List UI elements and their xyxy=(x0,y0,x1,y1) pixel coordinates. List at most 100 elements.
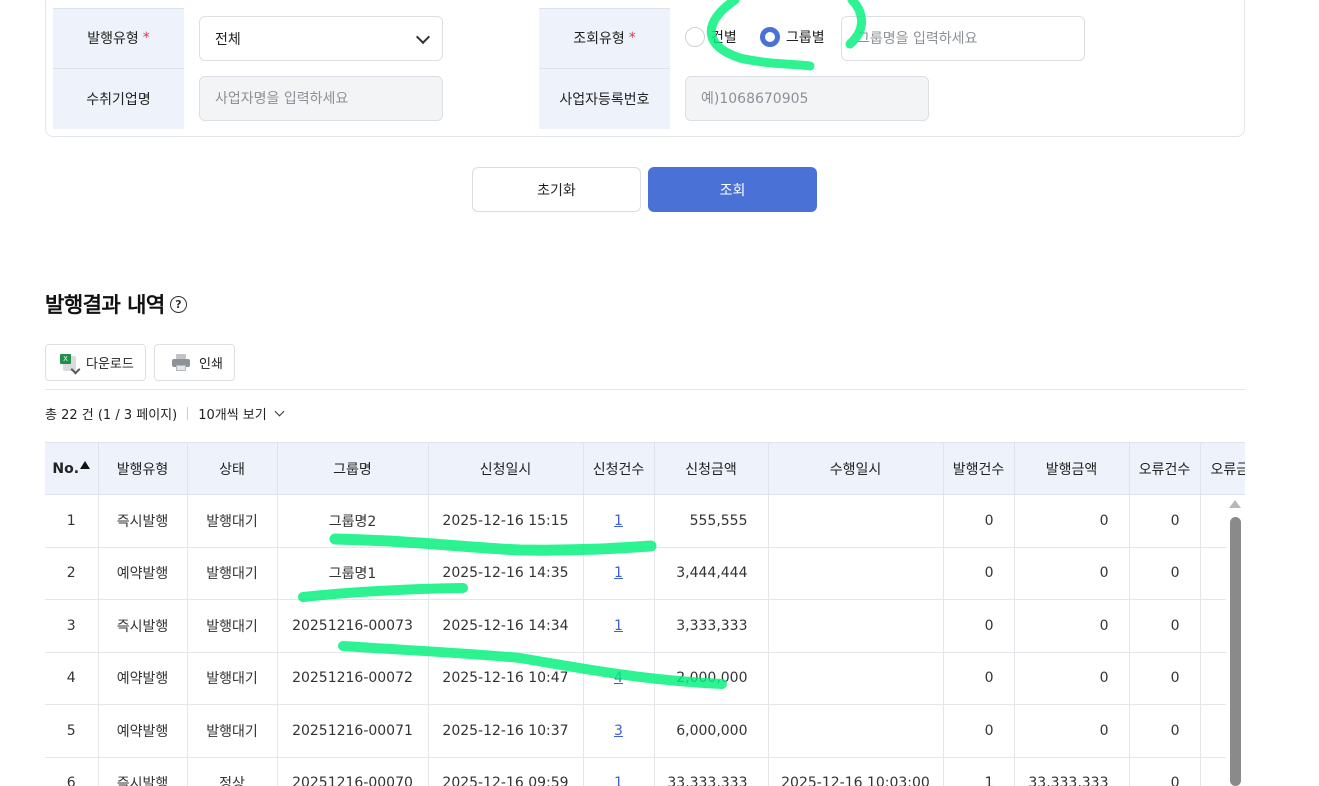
table-cell: 33,333,333 xyxy=(1014,757,1130,786)
table-cell: 0 xyxy=(943,652,1015,705)
column-header-label: 상태 xyxy=(219,461,245,478)
table-cell: 0 xyxy=(943,704,1015,758)
column-header[interactable]: 오류금액 xyxy=(1200,442,1246,495)
column-header[interactable]: 상태 xyxy=(187,442,278,495)
table-cell: 발행대기 xyxy=(187,652,278,705)
request-count-link[interactable]: 1 xyxy=(614,775,623,786)
table-cell: 20251216-00070 xyxy=(277,757,429,786)
table-cell: 즉시발행 xyxy=(98,494,188,548)
scroll-thumb[interactable] xyxy=(1230,517,1241,786)
chevron-down-icon xyxy=(274,406,285,417)
column-header-label: 오류건수 xyxy=(1138,461,1191,478)
table-cell: 33,333,333 xyxy=(654,757,769,786)
divider xyxy=(45,389,1245,390)
table-cell: 즉시발행 xyxy=(98,757,188,786)
request-count-link[interactable]: 4 xyxy=(614,670,623,686)
label-divider xyxy=(53,8,184,9)
column-header-label: 그룹명 xyxy=(333,461,372,478)
label-divider xyxy=(539,8,670,9)
help-icon[interactable]: ? xyxy=(170,296,187,313)
issue-type-select[interactable]: 전체 xyxy=(199,16,443,61)
table-cell xyxy=(768,704,944,758)
radio-individual-label: 건별 xyxy=(711,30,737,46)
table-cell: 발행대기 xyxy=(187,547,278,600)
column-header-label: 발행건수 xyxy=(952,461,1005,478)
search-button[interactable]: 조회 xyxy=(648,167,817,212)
radio-individual[interactable]: 건별 xyxy=(685,27,737,47)
recipient-label-text: 수취기업명 xyxy=(86,92,151,108)
request-count-link[interactable]: 1 xyxy=(614,513,623,529)
table-cell: 3,333,333 xyxy=(654,599,769,653)
request-count-link[interactable]: 3 xyxy=(614,723,623,739)
summary-separator xyxy=(187,407,189,420)
column-header[interactable]: 발행유형 xyxy=(98,442,188,495)
table-cell: 3 xyxy=(583,704,655,758)
table-row[interactable]: 5 예약발행 발행대기 20251216-00071 2025-12-16 10:37 3… xyxy=(45,704,1245,758)
total-count: 총 22 건 (1 / 3 페이지) xyxy=(45,408,178,423)
result-summary: 총 22 건 (1 / 3 페이지) 10개씩 보기 xyxy=(45,404,285,423)
column-header[interactable]: 수행일시 xyxy=(768,442,944,495)
table-cell: 예약발행 xyxy=(98,704,188,758)
table-row[interactable]: 3 즉시발행 발행대기 20251216-00073 2025-12-16 14:34 1… xyxy=(45,599,1245,653)
table-cell: 2 xyxy=(45,547,99,600)
column-header[interactable]: 신청일시 xyxy=(428,442,584,495)
per-page-select[interactable]: 10개씩 보기 xyxy=(198,404,285,423)
table-cell: 0 xyxy=(1014,494,1130,548)
bizno-label: 사업자등록번호 xyxy=(539,69,670,129)
table-cell: 1 xyxy=(583,599,655,653)
table-cell: 3 xyxy=(45,599,99,653)
table-row[interactable]: 6 즉시발행 정상 20251216-00070 2025-12-16 09:59 1 33… xyxy=(45,757,1245,786)
download-label: 다운로드 xyxy=(86,357,134,372)
reset-button[interactable]: 초기화 xyxy=(472,167,641,212)
result-table: No. 발행유형 상태 그룹명 신청일시 신청건수 신청금액 수행일시 발행건수 발행금액 오류건수… xyxy=(45,442,1245,786)
table-cell: 2025-12-16 14:35 xyxy=(428,547,584,600)
table-row[interactable]: 2 예약발행 발행대기 그룹명1 2025-12-16 14:35 1 3,444,444 0… xyxy=(45,547,1245,600)
column-header-label: 발행금액 xyxy=(1045,461,1098,478)
radio-group[interactable]: 그룹별 xyxy=(760,27,825,47)
recipient-label: 수취기업명 xyxy=(53,69,184,129)
table-cell: 정상 xyxy=(187,757,278,786)
printer-top xyxy=(176,353,186,359)
table-cell: 0 xyxy=(1014,599,1130,653)
column-header[interactable]: 발행건수 xyxy=(943,442,1015,495)
table-cell: 2025-12-16 10:37 xyxy=(428,704,584,758)
column-header[interactable]: 신청금액 xyxy=(654,442,769,495)
table-cell: 20251216-00071 xyxy=(277,704,429,758)
column-header[interactable]: 신청건수 xyxy=(583,442,655,495)
column-header[interactable]: 발행금액 xyxy=(1014,442,1130,495)
table-cell: 그룹명2 xyxy=(277,494,429,548)
column-header-label: No. xyxy=(52,460,80,477)
radio-circle-selected xyxy=(760,27,780,47)
column-header-label: 신청금액 xyxy=(685,461,737,478)
print-button[interactable]: 인쇄 xyxy=(154,344,235,381)
table-cell: 0 xyxy=(1129,652,1201,705)
table-cell: 2,000,000 xyxy=(654,652,769,705)
radio-circle xyxy=(685,27,705,47)
request-count-link[interactable]: 1 xyxy=(614,618,623,634)
request-count-link[interactable]: 1 xyxy=(614,565,623,581)
group-name-input[interactable] xyxy=(841,16,1085,61)
table-row[interactable]: 1 즉시발행 발행대기 그룹명2 2025-12-16 15:15 1 555,555 0 0 0 xyxy=(45,494,1245,548)
table-cell: 0 xyxy=(1129,547,1201,600)
bizno-input[interactable] xyxy=(685,76,929,121)
column-header-label: 오류금액 xyxy=(1210,461,1246,478)
scroll-up-arrow-icon[interactable] xyxy=(1229,500,1241,508)
excel-badge: X xyxy=(60,353,71,364)
table-row[interactable]: 4 예약발행 발행대기 20251216-00072 2025-12-16 10:47 4… xyxy=(45,652,1245,705)
per-page-label: 10개씩 보기 xyxy=(198,408,267,423)
recipient-input[interactable] xyxy=(199,76,443,121)
column-header[interactable]: No. xyxy=(45,442,99,495)
column-header[interactable]: 오류건수 xyxy=(1129,442,1201,495)
sort-ascending-icon[interactable] xyxy=(80,460,91,469)
download-button[interactable]: X 다운로드 xyxy=(45,344,146,381)
excel-download-icon: X xyxy=(60,353,81,374)
table-cell: 1 xyxy=(583,757,655,786)
issue-type-label-text: 발행유형 xyxy=(87,31,139,47)
lookup-type-label: 조회유형 * xyxy=(539,8,670,68)
required-mark: * xyxy=(628,30,636,46)
table-cell: 1 xyxy=(583,547,655,600)
table-cell: 발행대기 xyxy=(187,599,278,653)
table-cell: 1 xyxy=(583,494,655,548)
column-header-label: 발행유형 xyxy=(116,461,169,478)
column-header[interactable]: 그룹명 xyxy=(277,442,429,495)
